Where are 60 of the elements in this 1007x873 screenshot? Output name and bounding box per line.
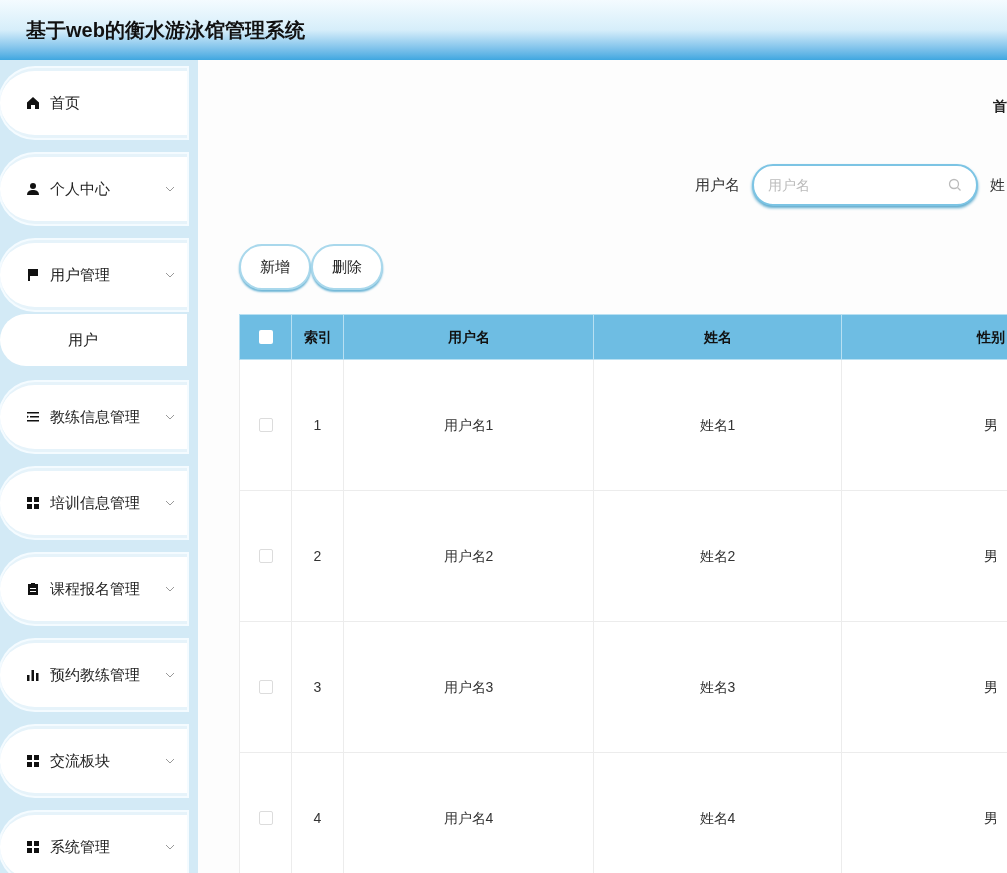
- column-header: 姓名: [703, 328, 732, 345]
- chevron-icon: [165, 586, 175, 592]
- breadcrumb-text: 首: [993, 97, 1007, 116]
- row-checkbox[interactable]: [258, 418, 273, 432]
- table-cell: 姓名4: [699, 809, 736, 826]
- search-label: 用户名: [695, 174, 740, 195]
- search-icon: [948, 178, 962, 192]
- table-cell: 男: [983, 547, 998, 564]
- chevron-icon: [165, 758, 175, 764]
- sidebar-menu-item[interactable]: 个人中心: [0, 154, 187, 224]
- sidebar-submenu-item[interactable]: 用户: [0, 314, 187, 366]
- toolbar-button[interactable]: 新增: [239, 244, 311, 290]
- toolbar-button[interactable]: 删除: [311, 244, 383, 290]
- chevron-icon: [165, 500, 175, 506]
- chevron-icon: [165, 844, 175, 850]
- column-header: 索引: [303, 328, 332, 345]
- table-cell: 男: [983, 678, 998, 695]
- table-cell: 用户名3: [443, 678, 494, 695]
- table-cell: 姓名1: [699, 416, 736, 433]
- sidebar-menu-item[interactable]: 教练信息管理: [0, 382, 187, 452]
- clipboard-icon: [26, 582, 40, 596]
- table-cell: 男: [983, 416, 998, 433]
- chevron-icon: [165, 672, 175, 678]
- table-cell: 男: [983, 809, 998, 826]
- sidebar-menu-item[interactable]: 培训信息管理: [0, 468, 187, 538]
- list-icon: [26, 410, 40, 424]
- row-checkbox[interactable]: [258, 549, 273, 563]
- row-checkbox[interactable]: [258, 811, 273, 825]
- sidebar-menu-item[interactable]: 系统管理: [0, 812, 187, 873]
- sidebar-menu-item[interactable]: 交流板块: [0, 726, 187, 796]
- row-checkbox[interactable]: [258, 680, 273, 694]
- chevron-icon: [165, 186, 175, 192]
- select-all-checkbox[interactable]: [258, 330, 273, 344]
- table-cell: 用户名2: [443, 547, 494, 564]
- table-cell: 姓名3: [699, 678, 736, 695]
- sidebar-menu-item[interactable]: 用户管理: [0, 240, 187, 310]
- table-cell: 姓名2: [699, 547, 736, 564]
- sidebar-menu-item[interactable]: 课程报名管理: [0, 554, 187, 624]
- table-cell: 1: [313, 416, 322, 433]
- username-search-field[interactable]: 用户名: [752, 164, 978, 206]
- table-cell: 3: [313, 678, 322, 695]
- home-icon: [26, 96, 40, 110]
- grid-icon: [26, 840, 40, 854]
- system-title: 基于web的衡水游泳馆管理系统: [26, 18, 305, 43]
- flag-icon: [26, 268, 40, 282]
- table-cell: 2: [313, 547, 322, 564]
- sidebar-menu-item[interactable]: 预约教练管理: [0, 640, 187, 710]
- user-icon: [26, 182, 40, 196]
- table-cell: 用户名4: [443, 809, 494, 826]
- sidebar-menu-item[interactable]: 首页: [0, 68, 187, 138]
- bar-chart-icon: [26, 668, 40, 682]
- chevron-icon: [165, 272, 175, 278]
- grid-icon: [26, 754, 40, 768]
- column-header: 性别: [976, 328, 1005, 345]
- table-cell: 用户名1: [443, 416, 494, 433]
- column-header: 用户名: [447, 328, 490, 345]
- grid-icon: [26, 496, 40, 510]
- chevron-icon: [165, 414, 175, 420]
- table-cell: 4: [313, 809, 322, 826]
- search-label: 姓: [990, 174, 1005, 195]
